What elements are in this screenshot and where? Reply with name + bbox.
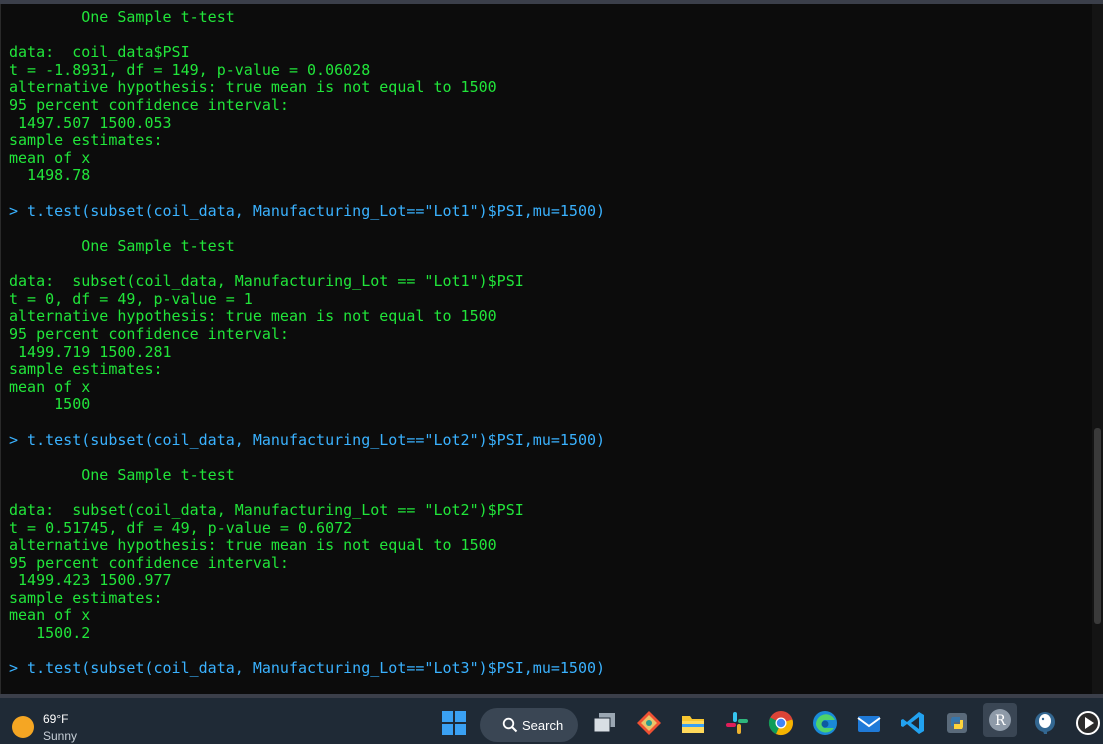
sun-icon [12, 716, 34, 738]
search-button[interactable]: Search [480, 708, 578, 742]
console-line: 1499.423 1500.977 [9, 571, 172, 589]
console-line: 95 percent confidence interval: [9, 325, 289, 343]
console-line: mean of x [9, 378, 91, 396]
console-line: alternative hypothesis: true mean is not… [9, 78, 497, 96]
r-app-button[interactable]: R [983, 703, 1017, 737]
chrome-icon[interactable] [768, 710, 794, 736]
git-icon[interactable] [636, 710, 662, 736]
edge-icon[interactable] [812, 710, 838, 736]
console-line: 1497.507 1500.053 [9, 114, 172, 132]
slack-icon[interactable] [724, 710, 750, 736]
console-command: > t.test(subset(coil_data, Manufacturing… [9, 431, 606, 449]
console-line: data: subset(coil_data, Manufacturing_Lo… [9, 272, 524, 290]
console-line: mean of x [9, 606, 91, 624]
start-icon[interactable] [441, 710, 467, 736]
console-line: alternative hypothesis: true mean is not… [9, 307, 497, 325]
console-line: t = 0, df = 49, p-value = 1 [9, 290, 253, 308]
weather-temperature: 69°F [43, 712, 69, 726]
postgresql-icon[interactable] [1032, 710, 1058, 736]
vscode-icon[interactable] [900, 710, 926, 736]
console-line: alternative hypothesis: true mean is not… [9, 536, 497, 554]
console-line: sample estimates: [9, 131, 163, 149]
search-icon [502, 717, 518, 733]
console-line: mean of x [9, 149, 91, 167]
r-console[interactable]: One Sample t-test data: coil_data$PSI t … [0, 4, 1093, 694]
console-line: t = -1.8931, df = 149, p-value = 0.06028 [9, 61, 371, 79]
mail-icon[interactable] [856, 710, 882, 736]
console-line: 1500 [9, 395, 91, 413]
search-label: Search [522, 718, 564, 733]
console-command: > t.test(subset(coil_data, Manufacturing… [9, 659, 606, 677]
console-line: 1498.78 [9, 166, 91, 184]
console-line: sample estimates: [9, 589, 163, 607]
weather-condition: Sunny [43, 729, 78, 743]
console-scrollbar[interactable] [1092, 4, 1103, 694]
python-icon[interactable] [944, 710, 970, 736]
task-view-icon[interactable] [592, 710, 618, 736]
console-line: 1499.719 1500.281 [9, 343, 172, 361]
r-icon: R [989, 709, 1011, 731]
media-player-icon[interactable] [1075, 710, 1101, 736]
console-line: data: subset(coil_data, Manufacturing_Lo… [9, 501, 524, 519]
console-line: 95 percent confidence interval: [9, 96, 289, 114]
console-line: t = 0.51745, df = 49, p-value = 0.6072 [9, 519, 353, 537]
taskbar: 69°F Sunny Search R [0, 698, 1103, 744]
console-line: data: coil_data$PSI [9, 43, 190, 61]
console-line: sample estimates: [9, 360, 163, 378]
console-line: One Sample t-test [9, 8, 235, 26]
file-explorer-icon[interactable] [680, 710, 706, 736]
console-line: 1500.2 [9, 624, 91, 642]
console-line: One Sample t-test [9, 466, 235, 484]
scrollbar-thumb[interactable] [1094, 428, 1101, 624]
console-line: 95 percent confidence interval: [9, 554, 289, 572]
console-line: One Sample t-test [9, 237, 235, 255]
console-command: > t.test(subset(coil_data, Manufacturing… [9, 202, 606, 220]
svg-text:R: R [995, 713, 1006, 729]
